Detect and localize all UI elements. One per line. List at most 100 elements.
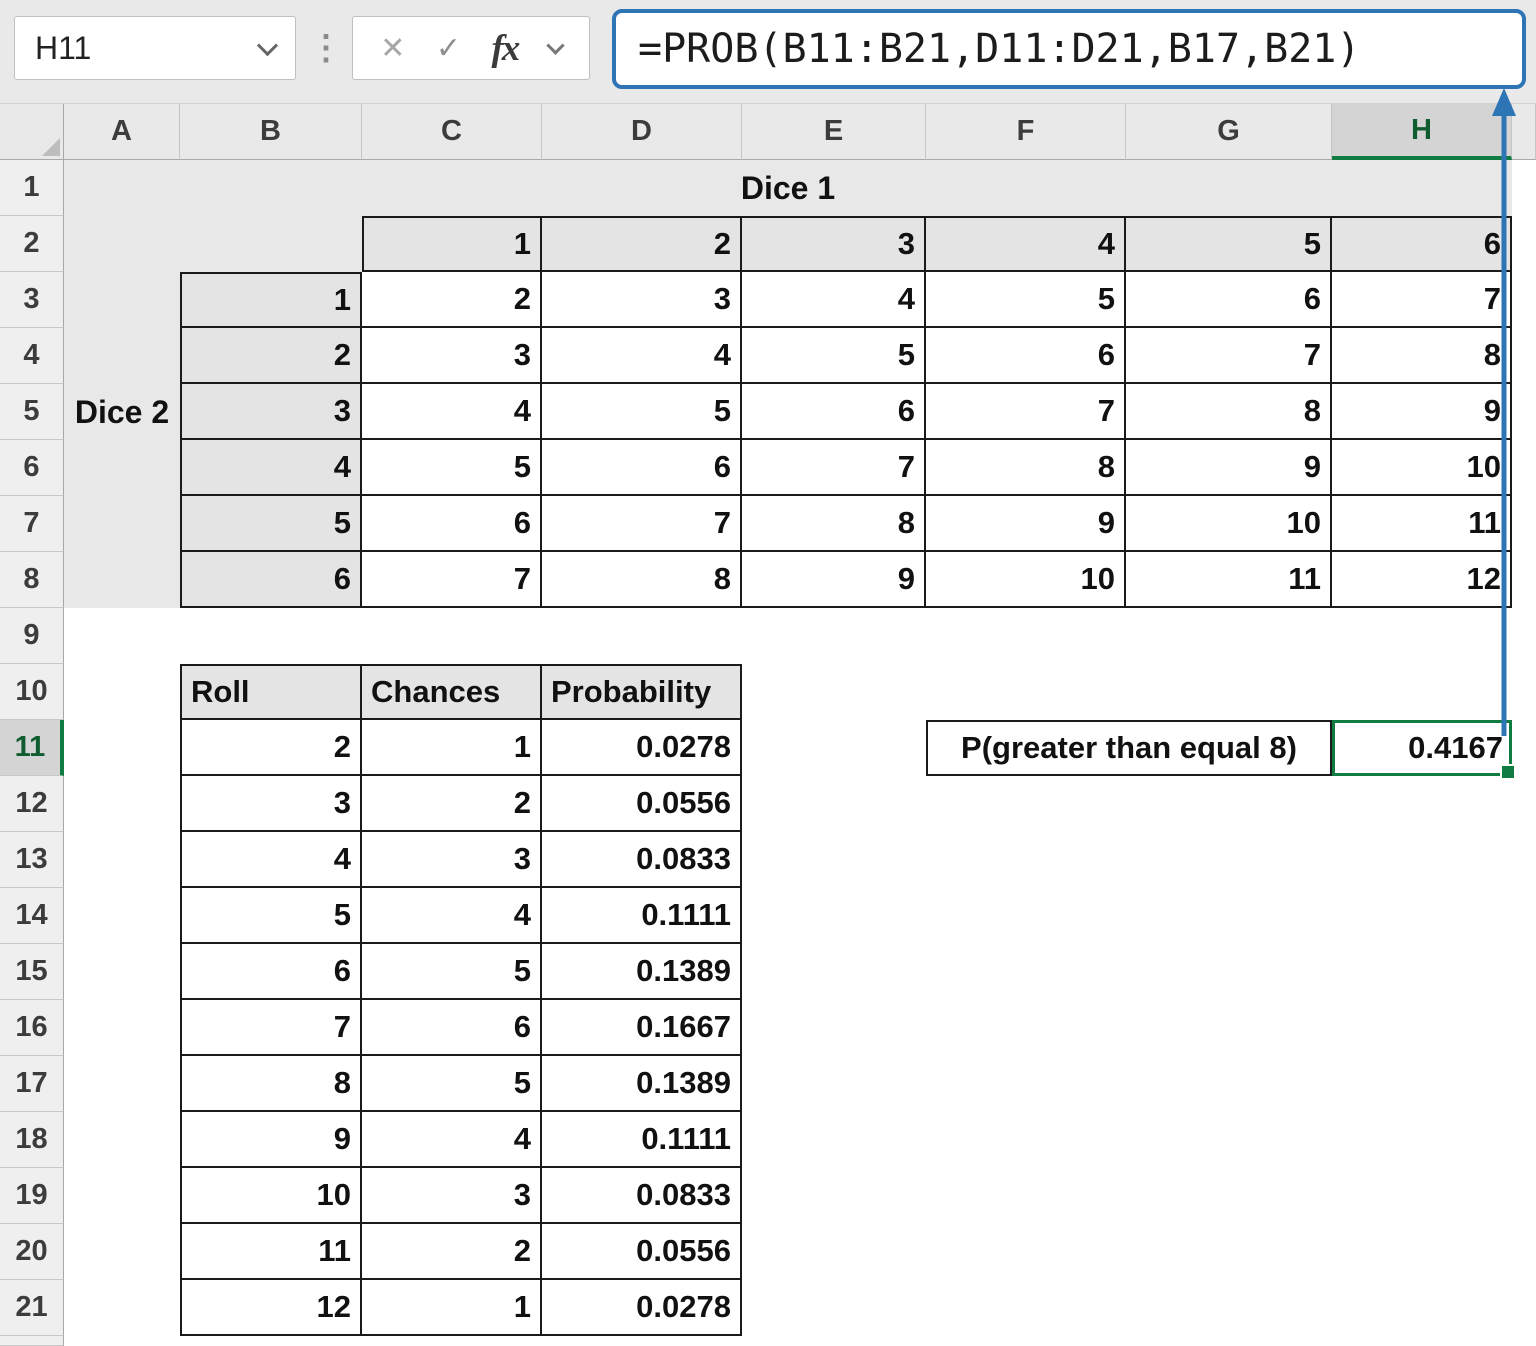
prob-cell[interactable]: 3 [180, 776, 362, 832]
prob-cell[interactable]: 12 [180, 1280, 362, 1336]
row-header-4[interactable]: 4 [0, 328, 64, 384]
name-box-dropdown-icon[interactable] [260, 41, 275, 56]
insert-function-icon[interactable]: fx [491, 27, 518, 70]
dice-sum-cell[interactable]: 4 [742, 272, 926, 328]
name-box[interactable]: H11 [14, 16, 296, 80]
prob-cell[interactable]: 6 [180, 944, 362, 1000]
row-header-16[interactable]: 16 [0, 1000, 64, 1056]
prob-cell[interactable]: 6 [362, 1000, 542, 1056]
prob-cell[interactable]: 0.0833 [542, 1168, 742, 1224]
column-header-D[interactable]: D [542, 104, 742, 160]
prob-cell[interactable]: 3 [362, 832, 542, 888]
dice-sum-cell[interactable]: 8 [1332, 328, 1512, 384]
prob-cell[interactable]: 3 [362, 1168, 542, 1224]
prob-cell[interactable]: 7 [180, 1000, 362, 1056]
prob-cell[interactable]: 0.0278 [542, 1280, 742, 1336]
prob-cell[interactable]: 0.0278 [542, 720, 742, 776]
dice-sum-cell[interactable]: 7 [1126, 328, 1332, 384]
dice1-header-cell[interactable]: 1 [362, 216, 542, 272]
selected-cell-H11[interactable]: 0.4167 [1332, 720, 1512, 776]
dice-sum-cell[interactable]: 6 [362, 496, 542, 552]
dice2-header-cell[interactable]: 1 [180, 272, 362, 328]
prob-cell[interactable]: 0.1667 [542, 1000, 742, 1056]
dice2-title-cell[interactable]: Dice 2 [64, 216, 180, 608]
dice-sum-cell[interactable]: 9 [742, 552, 926, 608]
dice-sum-cell[interactable]: 4 [362, 384, 542, 440]
prob-cell[interactable]: 5 [180, 888, 362, 944]
dice-sum-cell[interactable]: 10 [1332, 440, 1512, 496]
row-header-12[interactable]: 12 [0, 776, 64, 832]
prob-cell[interactable]: 11 [180, 1224, 362, 1280]
dice-sum-cell[interactable]: 8 [926, 440, 1126, 496]
dice-sum-cell[interactable]: 6 [1126, 272, 1332, 328]
dice2-header-cell[interactable]: 5 [180, 496, 362, 552]
formula-bar-drag-handle-icon[interactable] [306, 16, 346, 80]
dice-sum-cell[interactable]: 2 [362, 272, 542, 328]
prob-header-probability[interactable]: Probability [542, 664, 742, 720]
prob-cell[interactable]: 10 [180, 1168, 362, 1224]
prob-cell[interactable]: 5 [362, 1056, 542, 1112]
row-header-18[interactable]: 18 [0, 1112, 64, 1168]
row-header-9[interactable]: 9 [0, 608, 64, 664]
dice-sum-cell[interactable]: 9 [926, 496, 1126, 552]
enter-icon[interactable]: ✓ [436, 31, 461, 66]
prob-cell[interactable]: 0.0833 [542, 832, 742, 888]
dice-sum-cell[interactable]: 5 [926, 272, 1126, 328]
dice-sum-cell[interactable]: 9 [1332, 384, 1512, 440]
dice1-header-cell[interactable]: 2 [542, 216, 742, 272]
row-header-7[interactable]: 7 [0, 496, 64, 552]
dice-sum-cell[interactable]: 5 [542, 384, 742, 440]
row-header-1[interactable]: 1 [0, 160, 64, 216]
cancel-icon[interactable]: ✕ [380, 31, 405, 66]
result-label-cell[interactable]: P(greater than equal 8) [926, 720, 1332, 776]
prob-cell[interactable]: 1 [362, 1280, 542, 1336]
dice-sum-cell[interactable]: 10 [926, 552, 1126, 608]
row-header-13[interactable]: 13 [0, 832, 64, 888]
row-header-19[interactable]: 19 [0, 1168, 64, 1224]
prob-cell[interactable]: 0.1389 [542, 1056, 742, 1112]
prob-cell[interactable]: 0.0556 [542, 1224, 742, 1280]
dice-sum-cell[interactable]: 8 [542, 552, 742, 608]
row-header-14[interactable]: 14 [0, 888, 64, 944]
dice-sum-cell[interactable]: 8 [742, 496, 926, 552]
dice-sum-cell[interactable]: 9 [1126, 440, 1332, 496]
dice2-header-cell[interactable]: 4 [180, 440, 362, 496]
formula-bar-expand-icon[interactable] [549, 42, 562, 55]
prob-cell[interactable]: 0.1111 [542, 1112, 742, 1168]
dice2-header-cell[interactable]: 2 [180, 328, 362, 384]
column-header-G[interactable]: G [1126, 104, 1332, 160]
dice-sum-cell[interactable]: 7 [542, 496, 742, 552]
row-header-11[interactable]: 11 [0, 720, 64, 776]
row-header-3[interactable]: 3 [0, 272, 64, 328]
prob-cell[interactable]: 5 [362, 944, 542, 1000]
row-header-5[interactable]: 5 [0, 384, 64, 440]
prob-cell[interactable]: 0.1389 [542, 944, 742, 1000]
column-header-F[interactable]: F [926, 104, 1126, 160]
prob-cell[interactable]: 2 [180, 720, 362, 776]
row-header-17[interactable]: 17 [0, 1056, 64, 1112]
dice-sum-cell[interactable]: 3 [542, 272, 742, 328]
dice1-header-cell[interactable]: 6 [1332, 216, 1512, 272]
column-header-C[interactable]: C [362, 104, 542, 160]
prob-cell[interactable]: 4 [362, 888, 542, 944]
column-header-H[interactable]: H [1332, 104, 1512, 160]
column-header-A[interactable]: A [64, 104, 180, 160]
dice-sum-cell[interactable]: 3 [362, 328, 542, 384]
dice-sum-cell[interactable]: 12 [1332, 552, 1512, 608]
prob-cell[interactable]: 1 [362, 720, 542, 776]
dice-sum-cell[interactable]: 10 [1126, 496, 1332, 552]
select-all-button[interactable] [0, 104, 64, 160]
dice-sum-cell[interactable]: 5 [742, 328, 926, 384]
row-header-8[interactable]: 8 [0, 552, 64, 608]
prob-cell[interactable]: 2 [362, 776, 542, 832]
dice1-header-cell[interactable]: 5 [1126, 216, 1332, 272]
dice-sum-cell[interactable]: 7 [362, 552, 542, 608]
dice-sum-cell[interactable]: 7 [926, 384, 1126, 440]
row-header-21[interactable]: 21 [0, 1280, 64, 1336]
prob-cell[interactable]: 2 [362, 1224, 542, 1280]
dice-sum-cell[interactable]: 6 [542, 440, 742, 496]
prob-cell[interactable]: 8 [180, 1056, 362, 1112]
prob-header-roll[interactable]: Roll [180, 664, 362, 720]
dice-sum-cell[interactable]: 8 [1126, 384, 1332, 440]
dice-sum-cell[interactable]: 6 [926, 328, 1126, 384]
